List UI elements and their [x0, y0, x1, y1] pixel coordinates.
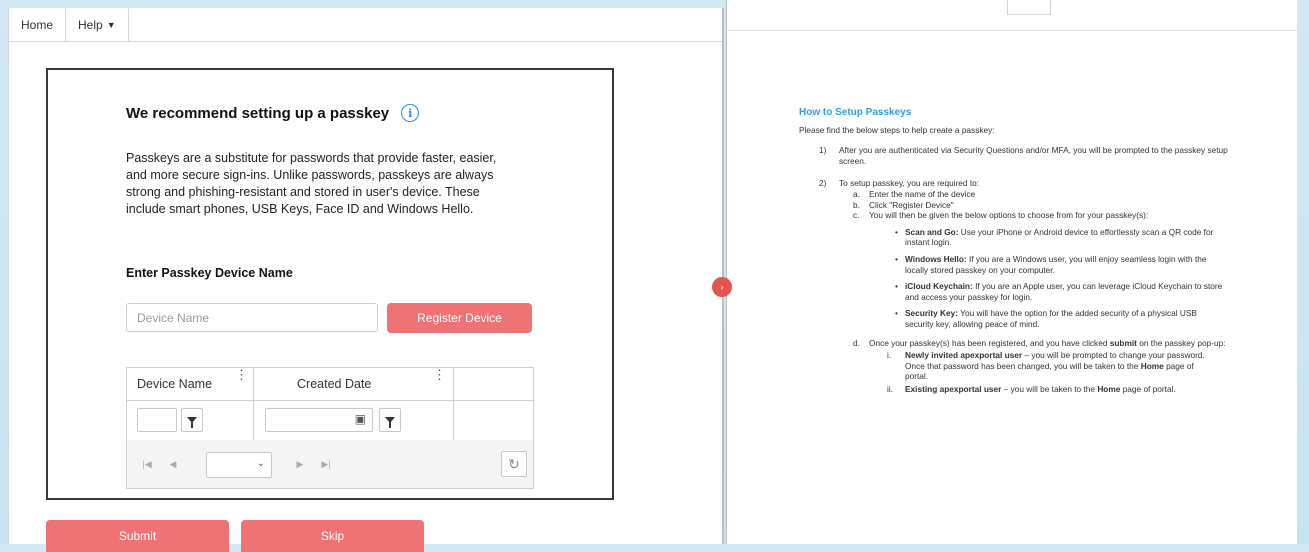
step-text: After you are authenticated via Security…: [839, 145, 1228, 166]
bullet-title: Security Key:: [905, 308, 959, 319]
doc-content: How to Setup Passkeys Please find the be…: [799, 107, 1239, 394]
doc-substep-a: a. Enter the name of the device: [853, 189, 1239, 200]
doc-intro: Please find the below steps to help crea…: [799, 124, 995, 135]
roman-text: – you will be taken to the: [1001, 383, 1098, 394]
panel-toggle-chevron-icon[interactable]: ›: [712, 277, 732, 297]
doc-substep-b: b. Click "Register Device": [853, 200, 1239, 211]
bullet-title: iCloud Keychain:: [905, 281, 973, 292]
roman-bold: Home: [1140, 360, 1164, 371]
next-page-icon[interactable]: ▶: [290, 454, 310, 474]
grid-header: Device Name ⋮ Created Date ⋮: [127, 367, 533, 401]
doc-title: How to Setup Passkeys: [799, 107, 912, 118]
step-number: 1): [819, 145, 827, 156]
filter-icon[interactable]: [379, 408, 401, 432]
roman-text: page of portal.: [1120, 383, 1176, 394]
step-number: 2): [819, 178, 827, 189]
grid-pager: |◀ ◀ ⌄ ▶ ▶| ↻: [127, 440, 533, 488]
doc-roman-item: i. Newly invited apexportal user – you wi…: [887, 350, 1217, 382]
refresh-icon[interactable]: ↻: [501, 451, 527, 477]
nav-home-label: Home: [21, 17, 54, 32]
roman-title: Newly invited apexportal user: [905, 350, 1023, 361]
column-header-created-date[interactable]: Created Date: [297, 368, 417, 400]
substep-text: Once your passkey(s) has been registered…: [869, 337, 1110, 348]
nav-help-label: Help: [78, 17, 103, 32]
doc-steps: 1) After you are authenticated via Securi…: [799, 145, 1239, 394]
filter-icon[interactable]: [181, 408, 203, 432]
device-grid: Device Name ⋮ Created Date ⋮ ▣ |◀ ◀ ⌄ ▶: [126, 367, 534, 489]
created-date-filter-input[interactable]: ▣: [265, 408, 373, 432]
column-created-date-label: Created Date: [297, 377, 372, 391]
first-page-icon[interactable]: |◀: [137, 454, 157, 474]
card-description: Passkeys are a substitute for passwords …: [126, 151, 497, 216]
card-title-text: We recommend setting up a passkey: [126, 104, 390, 122]
roman-bold: Home: [1097, 383, 1121, 394]
doc-substep-d: d. Once your passkey(s) has been register…: [853, 338, 1239, 395]
filter-row: ▣: [127, 400, 533, 441]
doc-substep-c: c. You will then be given the below optio…: [853, 210, 1239, 329]
device-name-filter-input[interactable]: [137, 408, 177, 432]
passkey-setup-window: Home Help ▼ We recommend setting up a pas…: [8, 8, 724, 552]
substep-letter: a.: [853, 188, 860, 199]
doc-bullet: iCloud Keychain: If you are an Apple use…: [883, 281, 1223, 302]
substep-letter: b.: [853, 199, 860, 210]
top-nav: Home Help ▼: [9, 8, 722, 42]
help-document-panel: How to Setup Passkeys Please find the be…: [726, 0, 1297, 544]
calendar-icon[interactable]: ▣: [355, 412, 366, 426]
doc-roman-list: i. Newly invited apexportal user – you wi…: [887, 350, 1217, 394]
bullet-title: Scan and Go:: [905, 226, 959, 237]
passkey-card: We recommend setting up a passkey i Passk…: [46, 68, 614, 500]
register-device-button[interactable]: Register Device: [387, 303, 532, 333]
column-header-device-name[interactable]: Device Name: [137, 368, 247, 400]
prev-page-icon[interactable]: ◀: [163, 454, 183, 474]
last-page-icon[interactable]: ▶|: [316, 454, 336, 474]
card-title: We recommend setting up a passkey i: [126, 104, 420, 122]
doc-bullet: Security Key: You will have the option f…: [883, 308, 1223, 329]
roman-numeral: i.: [887, 350, 892, 361]
doc-step-2: 2) To setup passkey, you are required to:…: [819, 178, 1239, 394]
skip-button[interactable]: Skip: [241, 520, 424, 552]
column-device-name-label: Device Name: [137, 377, 213, 391]
kebab-icon[interactable]: ⋮: [235, 367, 248, 400]
device-name-input[interactable]: [126, 303, 378, 332]
substep-text: on the passkey pop-up:: [1136, 337, 1226, 348]
page-size-select[interactable]: ⌄: [206, 452, 272, 478]
substep-letter: c.: [853, 210, 860, 221]
nav-help[interactable]: Help ▼: [66, 8, 129, 41]
bullet-title: Windows Hello:: [905, 253, 967, 264]
info-icon[interactable]: i: [401, 104, 420, 122]
substep-bold: submit: [1109, 337, 1137, 348]
doc-toolbar: [727, 0, 1297, 31]
roman-title: Existing apexportal user: [905, 383, 1002, 394]
roman-numeral: ii.: [887, 383, 893, 394]
substep-text: You will then be given the below options…: [869, 210, 1149, 221]
substep-letter: d.: [853, 337, 860, 348]
substep-text: Click "Register Device": [869, 199, 954, 210]
doc-bullet: Windows Hello: If you are a Windows user…: [883, 254, 1223, 275]
kebab-icon[interactable]: ⋮: [433, 367, 446, 400]
doc-tab[interactable]: [1007, 0, 1051, 15]
doc-step-1: 1) After you are authenticated via Securi…: [819, 145, 1239, 166]
doc-bullet-list: Scan and Go: Use your iPhone or Android …: [883, 227, 1223, 330]
nav-home[interactable]: Home: [9, 8, 67, 41]
step-text: To setup passkey, you are required to:: [839, 178, 980, 189]
chevron-down-icon: ⌄: [256, 458, 265, 469]
caret-down-icon: ▼: [106, 19, 116, 30]
doc-bullet: Scan and Go: Use your iPhone or Android …: [883, 227, 1223, 248]
substep-text: Enter the name of the device: [869, 188, 976, 199]
doc-roman-item: ii. Existing apexportal user – you will b…: [887, 384, 1217, 395]
submit-button[interactable]: Submit: [46, 520, 229, 552]
device-name-label: Enter Passkey Device Name: [126, 266, 293, 280]
